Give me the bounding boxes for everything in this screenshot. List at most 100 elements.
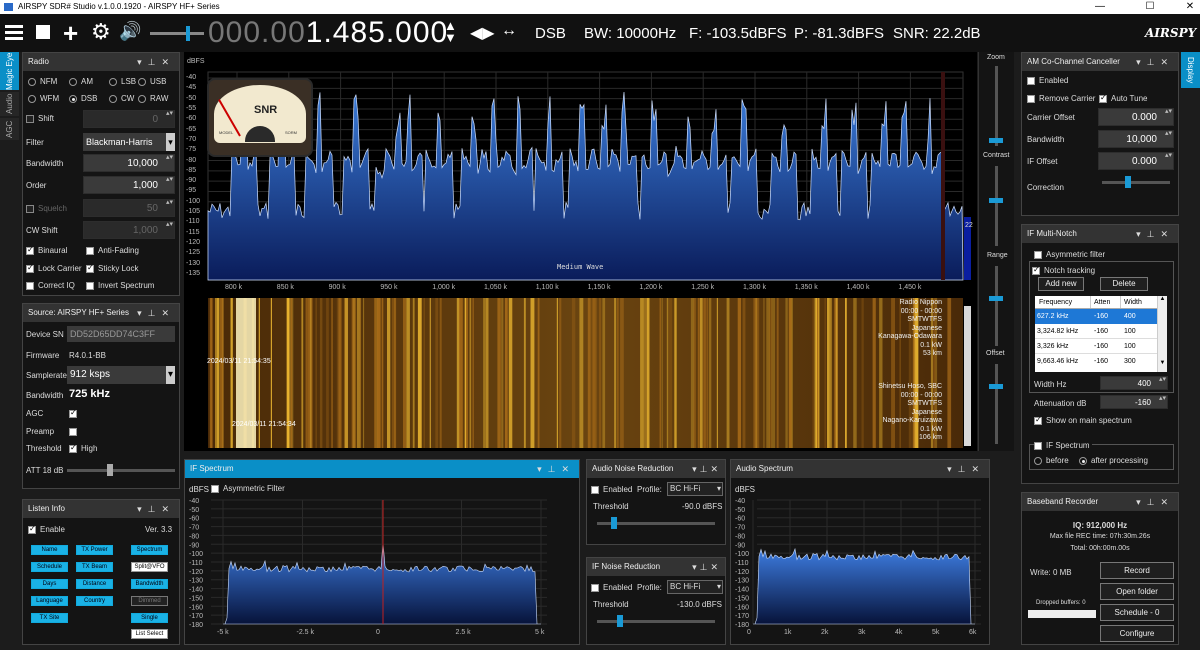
listen-button[interactable]: Country [76, 596, 113, 606]
invert-spectrum-checkbox[interactable]: Invert Spectrum [86, 281, 154, 290]
range-slider[interactable] [989, 266, 1003, 346]
if-spectrum-group-checkbox[interactable]: IF Spectrum [1034, 441, 1092, 450]
listen-button[interactable]: Schedule [31, 562, 68, 572]
panel-controls-icon[interactable]: ▾⊥✕ [1136, 53, 1174, 71]
configure-button[interactable]: Configure [1100, 625, 1174, 642]
contrast-slider[interactable] [989, 166, 1003, 246]
table-row[interactable]: 3,326 kHz -160 100 [1035, 339, 1167, 354]
if-nr-threshold-slider[interactable] [597, 615, 715, 627]
mode-dsb[interactable]: DSB [69, 94, 97, 103]
audio-nr-enabled-checkbox[interactable]: Enabled [591, 485, 632, 494]
if-nr-enabled-checkbox[interactable]: Enabled [591, 583, 632, 592]
mode-am[interactable]: AM [69, 77, 93, 86]
tab-audio[interactable]: Audio [0, 92, 19, 116]
tune-left-right-icon[interactable]: ◀▶ [470, 23, 495, 43]
attenuation-input[interactable]: -160 [1100, 394, 1168, 409]
if-spectrum-graph[interactable]: -40-50-60-70-80-90-100-110-120-130-140-1… [185, 478, 581, 646]
listen-button[interactable]: Name [31, 545, 68, 555]
panel-controls-icon[interactable]: ▾⊥✕ [137, 500, 175, 518]
listen-button[interactable]: TX Site [31, 613, 68, 623]
listen-button[interactable]: Single [131, 613, 168, 623]
samplerate-select[interactable]: 912 ksps ▾ [67, 366, 175, 384]
listen-button[interactable]: List Select [131, 629, 168, 639]
before-radio[interactable]: before [1034, 456, 1069, 465]
table-scrollbar[interactable]: ▲ ▼ [1157, 296, 1167, 372]
asymmetric-notch-checkbox[interactable]: Asymmetric filter [1034, 250, 1105, 259]
audio-nr-threshold-slider[interactable] [597, 517, 715, 529]
if-nr-profile-select[interactable]: BC Hi-Fi ▾ [667, 580, 723, 594]
table-row[interactable]: 9,663.46 kHz -160 300 [1035, 354, 1167, 369]
add-icon[interactable]: + [63, 18, 78, 49]
att-slider[interactable] [67, 464, 175, 476]
binaural-checkbox[interactable]: Binaural [26, 245, 67, 255]
carrier-offset-input[interactable]: 0.000 [1098, 107, 1174, 126]
correct-iq-checkbox[interactable]: Correct IQ [26, 281, 75, 290]
close-button[interactable]: ✕ [1180, 0, 1200, 14]
show-main-spectrum-checkbox[interactable]: Show on main spectrum [1034, 415, 1132, 425]
notch-tracking-checkbox[interactable]: Notch tracking [1032, 265, 1095, 275]
panel-controls-icon[interactable]: ▾⊥✕ [1136, 225, 1174, 243]
listen-button[interactable]: TX Power [76, 545, 113, 555]
listen-button[interactable]: Bandwidth [131, 579, 168, 589]
offset-slider[interactable] [989, 364, 1003, 444]
maximize-button[interactable]: ☐ [1140, 0, 1160, 14]
mode-wfm[interactable]: WFM [28, 94, 59, 103]
correction-slider[interactable] [1102, 176, 1170, 188]
am-cc-bandwidth-input[interactable]: 10,000 [1098, 129, 1174, 148]
mode-cw[interactable]: CW [109, 94, 134, 103]
schedule-button[interactable]: Schedule - 0 [1100, 604, 1174, 621]
minimize-button[interactable]: — [1090, 0, 1110, 14]
squelch-input[interactable]: 50 [83, 198, 175, 217]
anti-fading-checkbox[interactable]: Anti-Fading [86, 246, 139, 255]
listen-button[interactable]: Dimmed [131, 596, 168, 606]
audio-spectrum-graph[interactable]: -40-50-60-70-80-90-100-110-120-130-140-1… [731, 478, 991, 646]
listen-button[interactable]: Language [31, 596, 68, 606]
menu-icon[interactable] [5, 25, 23, 41]
shift-checkbox[interactable]: Shift [26, 114, 54, 123]
speaker-icon[interactable]: 🔊 [119, 21, 141, 42]
frequency-display[interactable]: 000.001.485.000 [208, 16, 448, 50]
cw-shift-input[interactable]: 1,000 [83, 220, 175, 239]
panel-controls-icon[interactable]: ▾⊥✕ [692, 460, 721, 478]
panel-controls-icon[interactable]: ▾⊥✕ [947, 460, 985, 478]
listen-button[interactable]: TX Beam [76, 562, 113, 572]
shift-input[interactable]: 0 [83, 109, 175, 128]
width-hz-input[interactable]: 400 [1100, 375, 1168, 390]
squelch-checkbox[interactable]: Squelch [26, 204, 67, 213]
threshold-high-checkbox[interactable]: High [69, 443, 97, 453]
open-folder-button[interactable]: Open folder [1100, 583, 1174, 600]
mode-usb[interactable]: USB [138, 77, 166, 86]
table-row[interactable]: 627.2 kHz -160 400 [1035, 309, 1167, 324]
device-sn-select[interactable]: DD52D65DD74C3FF [67, 326, 175, 342]
agc-checkbox[interactable] [69, 408, 81, 418]
tab-display[interactable]: Display [1181, 52, 1200, 88]
station-info-2[interactable]: Shinetsu Hoso, SBC 00:00 - 00:00 SMTWTFS Ja… [832, 383, 942, 443]
panel-controls-icon[interactable]: ▾⊥✕ [1136, 493, 1174, 511]
listen-button[interactable]: Split@VFO [131, 562, 168, 572]
stop-icon[interactable] [36, 25, 50, 39]
add-new-button[interactable]: Add new [1038, 277, 1084, 291]
mode-label[interactable]: DSB [535, 25, 566, 42]
tab-magic-eye[interactable]: Magic Eye [0, 52, 19, 90]
listen-button[interactable]: Days [31, 579, 68, 589]
zoom-slider[interactable] [989, 66, 1003, 146]
station-info-1[interactable]: Radio Nippon 00:00 - 00:00 SMTWTFS Japanese… [832, 299, 942, 359]
tune-up-down-icon[interactable]: ▲ ▼ [444, 19, 457, 44]
lock-carrier-checkbox[interactable]: Lock Carrier [26, 263, 82, 273]
table-row[interactable]: 3,324.82 kHz -160 100 [1035, 324, 1167, 339]
gear-icon[interactable]: ⚙ [91, 19, 111, 45]
auto-tune-checkbox[interactable]: Auto Tune [1099, 93, 1147, 103]
filter-select[interactable]: Blackman-Harris ▾ [83, 133, 175, 151]
audio-nr-profile-select[interactable]: BC Hi-Fi ▾ [667, 482, 723, 496]
record-button[interactable]: Record [1100, 562, 1174, 579]
tab-agc[interactable]: AGC [0, 118, 19, 140]
remove-carrier-checkbox[interactable]: Remove Carrier [1027, 94, 1095, 103]
preamp-checkbox[interactable] [69, 427, 81, 436]
mode-raw[interactable]: RAW [138, 94, 168, 103]
notch-table[interactable]: Frequency Atten Width 627.2 kHz -160 400 3… [1035, 296, 1167, 372]
panel-controls-icon[interactable]: ▾⊥✕ [537, 460, 575, 478]
mode-lsb[interactable]: LSB [109, 77, 136, 86]
if-offset-input[interactable]: 0.000 [1098, 151, 1174, 170]
panel-controls-icon[interactable]: ▾⊥✕ [137, 304, 175, 322]
listen-button[interactable]: Distance [76, 579, 113, 589]
